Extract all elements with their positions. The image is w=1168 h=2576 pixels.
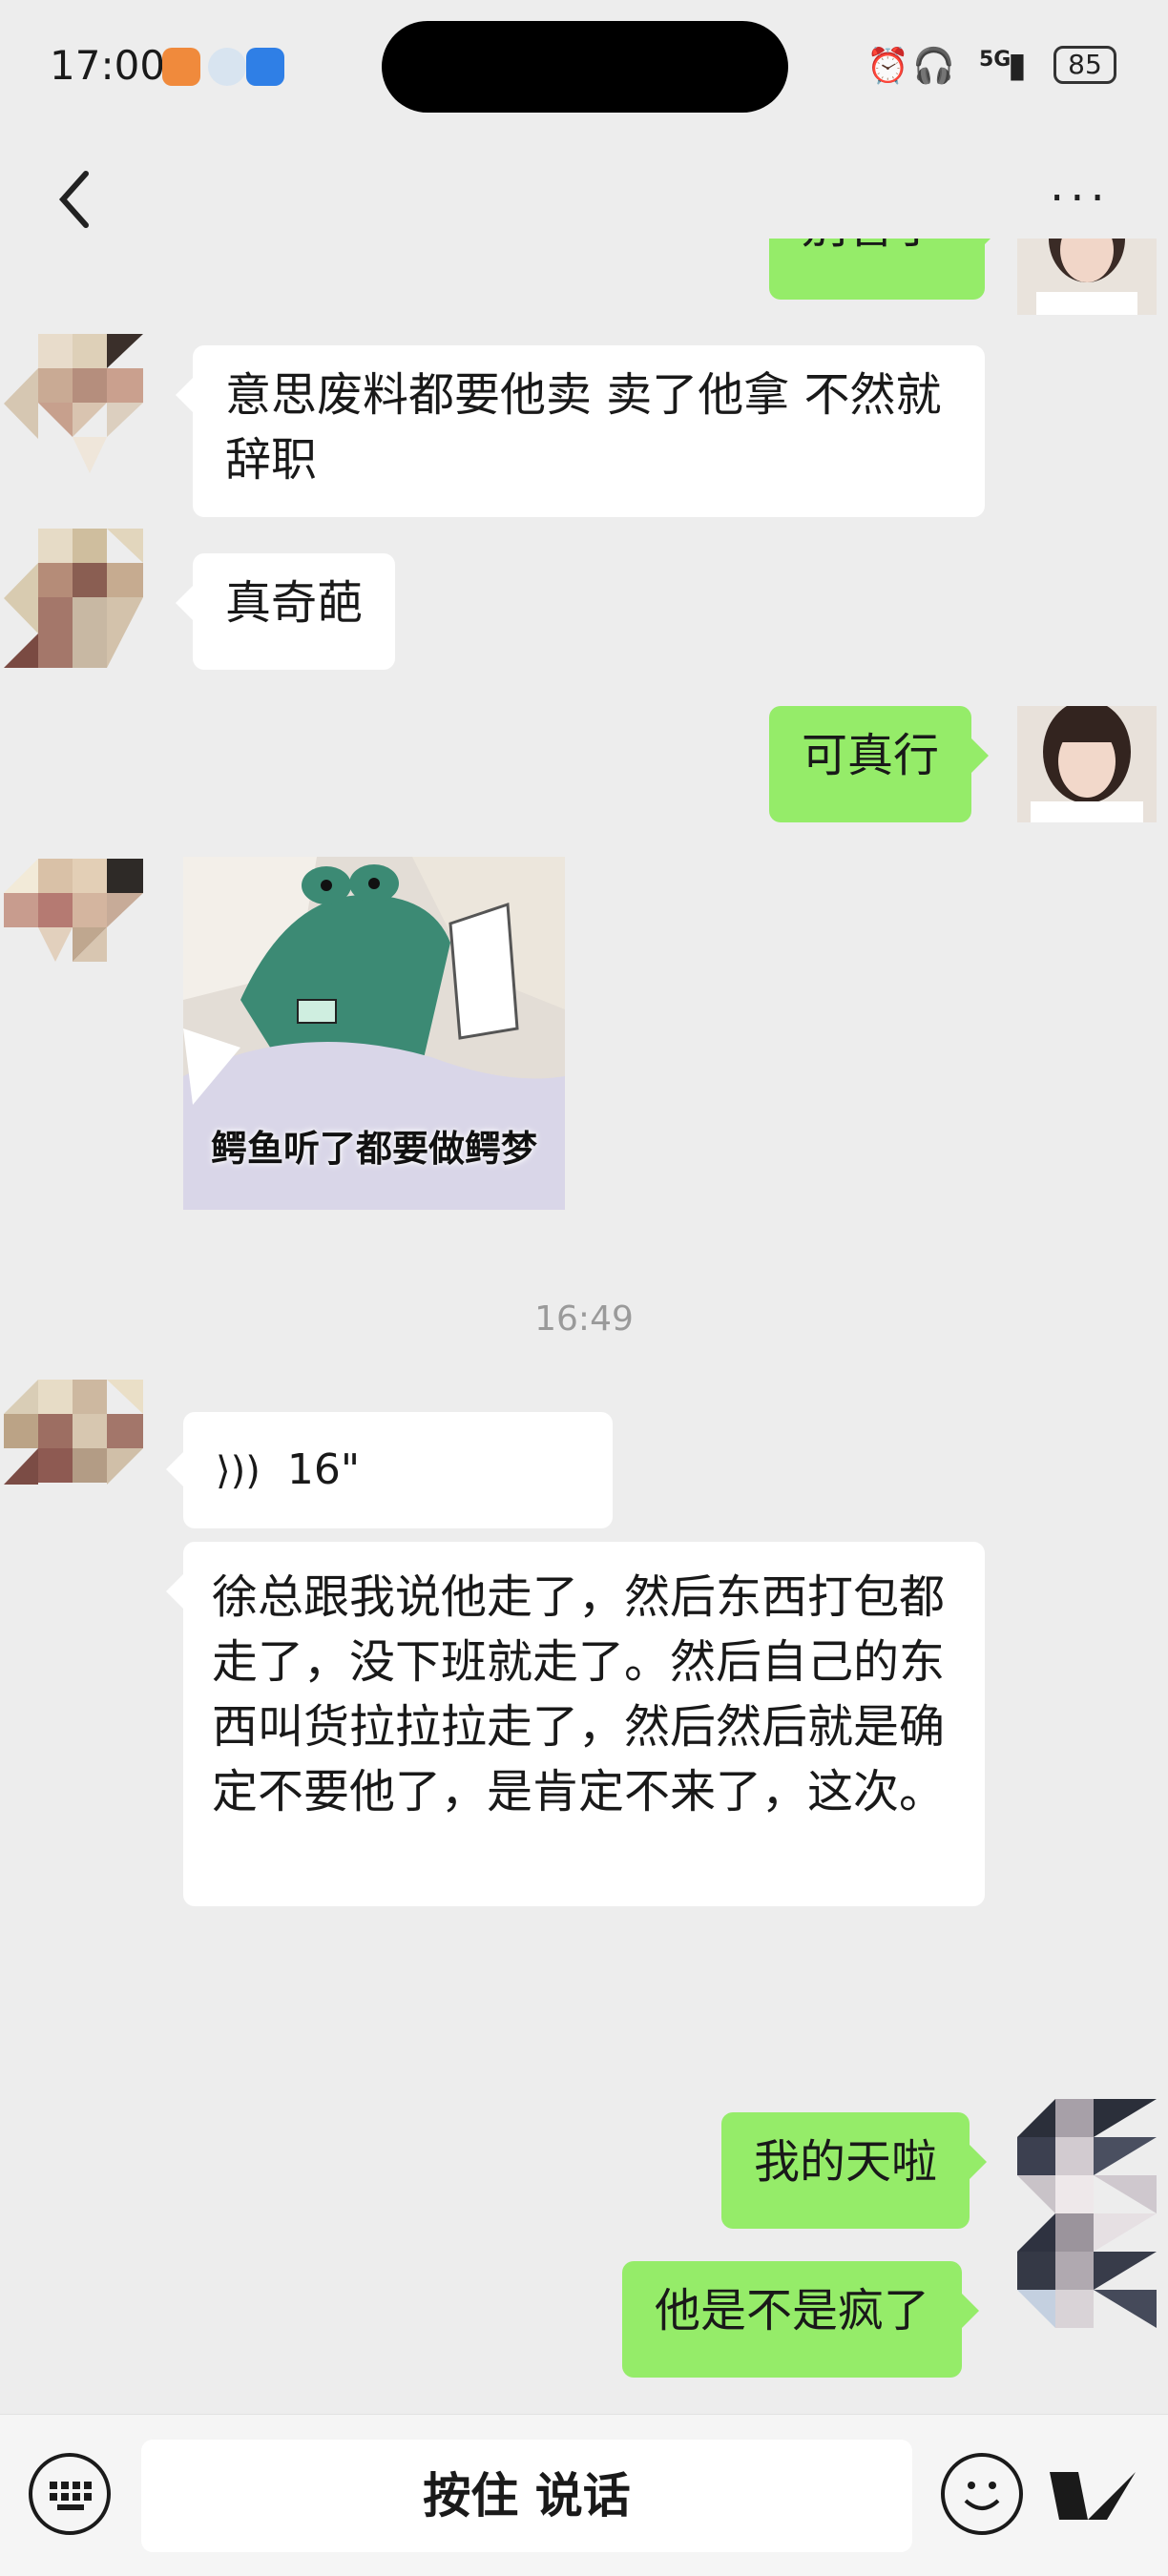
message-text: 意思废料都要他卖 卖了他拿 不然就辞职 <box>225 368 942 487</box>
app-notification-icon <box>246 48 284 86</box>
more-options-button[interactable]: ··· <box>1050 172 1111 225</box>
message-text: 徐总跟我说他走了，然后东西打包都走了，没下班就走了。然后自己的东西叫货拉拉拉走了… <box>212 1570 946 1818</box>
app-notification-icon <box>208 48 246 86</box>
status-bar: 17:00 ⏰ 🎧 5G ▮ 85 <box>0 0 1168 143</box>
message-text: 真奇葩 <box>225 576 364 630</box>
voice-wave-icon: ⟩)) <box>216 1449 261 1493</box>
avatar-other[interactable] <box>4 529 143 668</box>
message-text: 别管了 <box>802 239 939 254</box>
message-text: 我的天啦 <box>754 2135 938 2189</box>
avatar-other[interactable] <box>4 859 143 998</box>
keyboard-icon <box>50 2482 92 2510</box>
back-button[interactable] <box>48 156 105 242</box>
avatar-self[interactable] <box>1017 2099 1157 2347</box>
app-notification-icon <box>162 48 200 86</box>
status-time: 17:00 <box>50 42 166 89</box>
alarm-icon: ⏰ <box>866 47 909 86</box>
message-timestamp: 16:49 <box>534 1299 634 1339</box>
hold-to-talk-button[interactable]: 按住 说话 <box>141 2440 912 2552</box>
sticker-caption: 鳄鱼听了都要做鳄梦 <box>210 1128 537 1170</box>
keyboard-toggle-button[interactable] <box>29 2453 111 2535</box>
emoji-button[interactable] <box>941 2453 1023 2535</box>
avatar-other[interactable] <box>4 1380 143 1519</box>
message-bubble-self[interactable]: 别管了 <box>769 239 1002 300</box>
sticker-image[interactable]: 鳄鱼听了都要做鳄梦 <box>183 857 565 1210</box>
headphones-icon: 🎧 <box>912 47 955 86</box>
message-bubble-other[interactable]: 徐总跟我说他走了，然后东西打包都走了，没下班就走了。然后自己的东西叫货拉拉拉走了… <box>166 1542 985 1906</box>
message-text: 可真行 <box>802 729 940 782</box>
chat-message-list[interactable]: 别管了 意思废料都要他卖 卖了他拿 不然就辞职 <box>0 239 1168 2414</box>
avatar-other[interactable] <box>4 334 143 473</box>
more-functions-button[interactable] <box>1050 2453 1136 2535</box>
message-bubble-other[interactable]: 意思废料都要他卖 卖了他拿 不然就辞职 <box>176 345 985 517</box>
voice-duration: 16" <box>286 1445 361 1494</box>
message-bubble-self[interactable]: 我的天啦 <box>721 2112 988 2229</box>
voice-message[interactable]: ⟩)) 16" <box>166 1412 613 1528</box>
message-bubble-other[interactable]: 真奇葩 <box>175 553 396 670</box>
plus-icon <box>1050 2472 1136 2520</box>
avatar-self[interactable] <box>1017 239 1157 315</box>
message-bubble-self[interactable]: 他是不是疯了 <box>622 2261 980 2378</box>
signal-icon: ▮ <box>1008 46 1027 85</box>
message-text: 他是不是疯了 <box>655 2284 930 2337</box>
network-type: 5G <box>979 48 1012 72</box>
emoji-icon <box>964 2482 1000 2510</box>
battery-indicator: 85 <box>1053 46 1116 84</box>
chat-input-bar: 按住 说话 <box>0 2414 1168 2576</box>
chevron-left-icon <box>58 171 89 228</box>
message-bubble-self[interactable]: 可真行 <box>769 706 990 822</box>
avatar-self[interactable] <box>1017 706 1157 822</box>
redaction-block <box>382 21 788 113</box>
